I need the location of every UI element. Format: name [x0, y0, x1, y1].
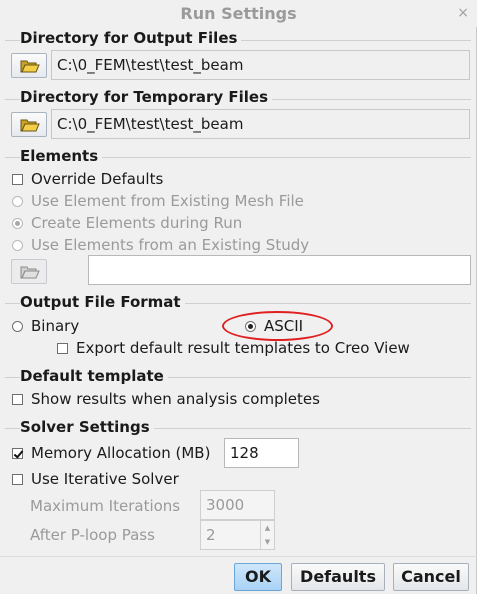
solver-group-title: Solver Settings: [20, 418, 154, 436]
spin-up-icon[interactable]: ▲: [261, 521, 274, 535]
cancel-button[interactable]: Cancel: [393, 563, 469, 591]
output-dir-browse-button[interactable]: [11, 53, 47, 78]
radio-label: Binary: [31, 317, 80, 335]
radio-existing-study[interactable]: Use Elements from an Existing Study: [12, 236, 309, 254]
after-ploop-spinner[interactable]: ▲ ▼: [260, 520, 274, 550]
output-format-group-title: Output File Format: [20, 293, 185, 311]
output-dir-path-field[interactable]: C:\0_FEM\test\test_beam: [51, 50, 470, 80]
elements-group-title: Elements: [20, 147, 103, 165]
radio-label: Use Elements from an Existing Study: [31, 236, 310, 254]
export-templates-label: Export default result templates to Creo …: [76, 339, 410, 357]
memory-allocation-label: Memory Allocation (MB): [31, 444, 211, 462]
radio-button[interactable]: [12, 218, 23, 229]
button-bar-divider: [0, 556, 477, 557]
temp-dir-path-field[interactable]: C:\0_FEM\test\test_beam: [51, 109, 470, 139]
checkbox-box[interactable]: [12, 174, 23, 185]
export-templates-checkbox[interactable]: Export default result templates to Creo …: [57, 339, 410, 357]
max-iterations-label: Maximum Iterations: [30, 497, 181, 515]
folder-open-icon: [20, 119, 40, 132]
memory-allocation-input[interactable]: 128: [224, 438, 299, 468]
radio-binary[interactable]: Binary: [12, 317, 79, 335]
radio-button[interactable]: [12, 240, 23, 251]
study-path-input[interactable]: [88, 255, 471, 285]
memory-allocation-checkbox[interactable]: Memory Allocation (MB): [12, 444, 210, 462]
show-results-checkbox[interactable]: Show results when analysis completes: [12, 390, 320, 408]
title-bar: Run Settings ×: [0, 0, 477, 27]
radio-create-elements[interactable]: Create Elements during Run: [12, 214, 242, 232]
override-defaults-checkbox[interactable]: Override Defaults: [12, 170, 163, 188]
close-icon[interactable]: ×: [457, 5, 469, 21]
max-iterations-input[interactable]: 3000: [200, 490, 275, 520]
temp-dir-browse-button[interactable]: [11, 112, 47, 137]
temp-dir-group-title: Directory for Temporary Files: [20, 88, 273, 106]
checkbox-box[interactable]: [12, 448, 23, 459]
iterative-solver-label: Use Iterative Solver: [31, 470, 179, 488]
radio-label: Create Elements during Run: [31, 214, 243, 232]
defaults-button[interactable]: Defaults: [291, 563, 385, 591]
ok-button[interactable]: OK: [234, 563, 282, 591]
dialog-title: Run Settings: [180, 4, 297, 23]
folder-open-icon: [20, 266, 40, 279]
output-dir-group-title: Directory for Output Files: [20, 29, 242, 47]
study-browse-button[interactable]: [11, 259, 47, 284]
iterative-solver-checkbox[interactable]: Use Iterative Solver: [12, 470, 179, 488]
default-template-group-title: Default template: [20, 367, 168, 385]
checkbox-box[interactable]: [57, 343, 68, 354]
checkbox-box[interactable]: [12, 474, 23, 485]
spin-down-icon[interactable]: ▼: [261, 535, 274, 549]
show-results-label: Show results when analysis completes: [31, 390, 320, 408]
run-settings-dialog: Run Settings × Directory for Output File…: [0, 0, 477, 594]
radio-button[interactable]: [12, 196, 23, 207]
radio-label: Use Element from Existing Mesh File: [31, 192, 304, 210]
radio-use-existing-mesh[interactable]: Use Element from Existing Mesh File: [12, 192, 304, 210]
checkbox-box[interactable]: [12, 394, 23, 405]
red-annotation-circle: [222, 311, 333, 341]
override-defaults-label: Override Defaults: [31, 170, 164, 188]
radio-button[interactable]: [12, 321, 23, 332]
after-ploop-label: After P-loop Pass: [30, 526, 155, 544]
folder-open-icon: [20, 60, 40, 73]
